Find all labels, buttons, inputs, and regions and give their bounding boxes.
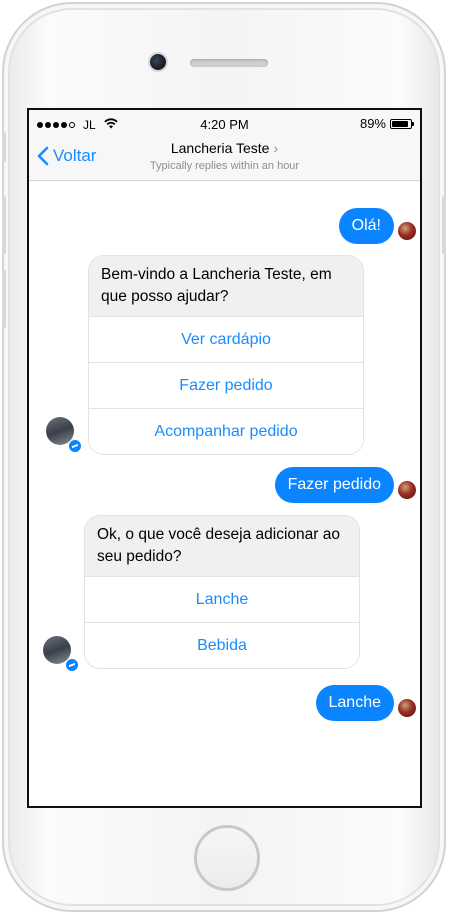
volume-up-button [2, 196, 6, 254]
outgoing-message: Fazer pedido [274, 467, 394, 503]
message-text: Olá! [351, 217, 381, 234]
user-avatar [398, 222, 416, 240]
earpiece-speaker [190, 59, 268, 67]
message-text: Bem-vindo a Lancheria Teste, em que poss… [89, 256, 363, 316]
quick-reply-ver-cardapio[interactable]: Ver cardápio [89, 316, 363, 362]
status-bar: JL 4:20 PM 89% [29, 110, 420, 138]
user-avatar [398, 481, 416, 499]
conversation-header[interactable]: Lancheria Teste › Typically replies withi… [29, 140, 420, 172]
reply-time-subtitle: Typically replies within an hour [149, 160, 300, 172]
navigation-bar: Voltar Lancheria Teste › Typically replie… [29, 138, 420, 181]
front-camera [150, 54, 166, 70]
messenger-icon [68, 439, 82, 453]
outgoing-message: Lanche [315, 685, 394, 721]
quick-reply-bebida[interactable]: Bebida [85, 622, 359, 668]
battery-icon [390, 118, 414, 129]
page-title: Lancheria Teste [170, 140, 270, 156]
outgoing-message: Olá! [338, 208, 394, 244]
screen: JL 4:20 PM 89% Voltar Lancheria Teste › … [27, 108, 422, 808]
quick-reply-acompanhar-pedido[interactable]: Acompanhar pedido [89, 408, 363, 454]
status-bar-right: 89% [359, 116, 414, 131]
chevron-right-icon: › [273, 140, 279, 156]
mute-switch [2, 132, 6, 162]
chat-thread[interactable]: Olá! Bem-vindo a Lancheria Teste, em que… [29, 181, 420, 806]
volume-down-button [2, 270, 6, 328]
bot-quick-reply-card: Ok, o que você deseja adicionar ao seu p… [84, 515, 360, 669]
battery-fill [392, 120, 408, 127]
quick-reply-lanche[interactable]: Lanche [85, 576, 359, 622]
bot-quick-reply-card: Bem-vindo a Lancheria Teste, em que poss… [88, 255, 364, 455]
messenger-icon [65, 658, 79, 672]
user-avatar [398, 699, 416, 717]
message-text: Ok, o que você deseja adicionar ao seu p… [85, 516, 359, 576]
message-text: Lanche [328, 694, 382, 711]
power-button [442, 196, 446, 254]
quick-reply-fazer-pedido[interactable]: Fazer pedido [89, 362, 363, 408]
home-button[interactable] [194, 825, 260, 891]
battery-percent: 89% [359, 116, 386, 131]
message-text: Fazer pedido [287, 476, 381, 493]
